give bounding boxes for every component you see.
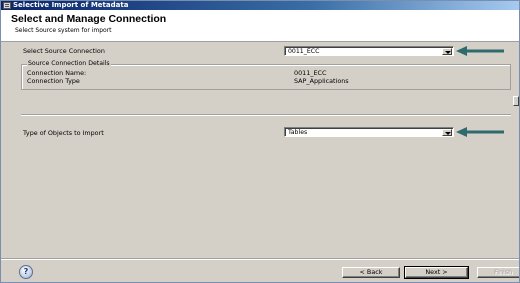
help-icon[interactable]: ? — [19, 265, 33, 279]
window-app-icon — [3, 2, 11, 9]
back-button-label: < Back — [359, 268, 383, 276]
next-button-label: Next > — [425, 268, 448, 276]
next-button[interactable]: Next > — [404, 266, 469, 279]
wizard-header: Select and Manage Connection Select Sour… — [1, 10, 519, 42]
annotation-arrow-source — [456, 46, 504, 56]
annotation-arrow-objects — [456, 127, 504, 137]
objects-to-import-value: Tables — [288, 129, 308, 136]
source-connection-label: Select Source Connection — [23, 47, 105, 55]
separator — [21, 114, 511, 116]
connection-details-legend: Source Connection Details — [27, 60, 111, 67]
edge-button[interactable] — [513, 96, 519, 106]
title-bar: Selective Import of Metadata — [1, 1, 519, 10]
finish-button[interactable]: Finish — [477, 267, 519, 278]
source-connection-value: 0011_ECC — [288, 48, 320, 55]
finish-button-label: Finish — [494, 268, 513, 276]
objects-to-import-dropdown[interactable]: Tables — [284, 127, 454, 137]
objects-to-import-label: Type of Objects to Import — [23, 129, 104, 137]
import-dialog: Selective Import of Metadata Select and … — [0, 0, 520, 283]
source-connection-dropdown[interactable]: 0011_ECC — [284, 46, 454, 56]
chevron-down-icon[interactable] — [442, 48, 452, 55]
connection-type-value: SAP_Applications — [294, 77, 349, 85]
connection-name-value: 0011_ECC — [294, 69, 327, 77]
chevron-down-icon[interactable] — [442, 129, 452, 136]
page-title: Select and Manage Connection — [11, 13, 167, 25]
page-subtitle: Select Source system for import — [15, 27, 112, 34]
connection-name-label: Connection Name: — [27, 69, 87, 77]
connection-details-group — [21, 64, 511, 90]
connection-type-label: Connection Type — [27, 77, 80, 85]
footer-separator — [1, 258, 519, 260]
back-button[interactable]: < Back — [342, 267, 400, 278]
window-title: Selective Import of Metadata — [13, 1, 129, 9]
